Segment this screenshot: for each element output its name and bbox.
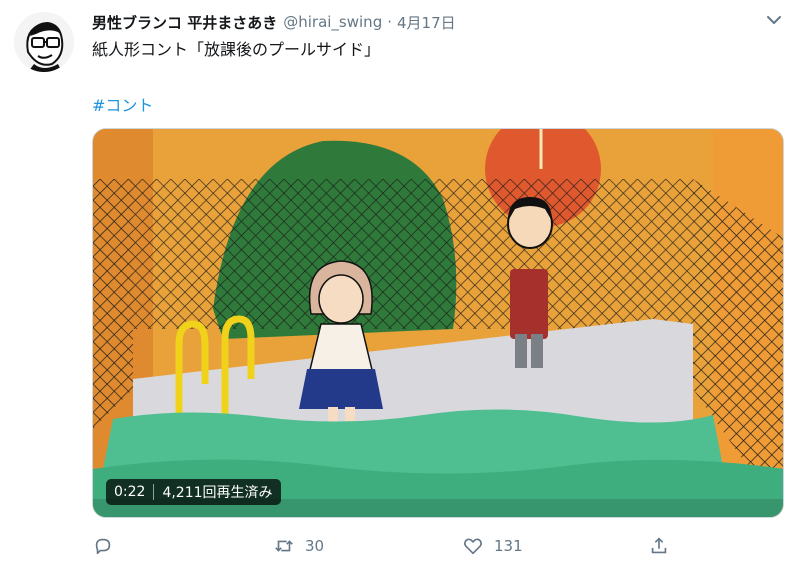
- badge-divider: [153, 484, 155, 500]
- share-button[interactable]: [648, 533, 670, 559]
- video-player[interactable]: [92, 128, 784, 518]
- share-icon: [651, 537, 667, 554]
- avatar[interactable]: [14, 12, 74, 72]
- reply-icon: [95, 538, 111, 555]
- retweet-button[interactable]: 30: [273, 533, 324, 559]
- tweet-header: 男性ブランコ 平井まさあき @hirai_swing · 4月17日: [92, 10, 780, 34]
- hashtag-link[interactable]: #コント: [92, 92, 153, 116]
- video-info-badge: 0:22 4,211回再生済み: [106, 479, 281, 505]
- avatar-illustration: [14, 12, 74, 72]
- tweet-date[interactable]: 4月17日: [397, 12, 456, 33]
- like-count: 131: [494, 537, 523, 555]
- heart-icon: [464, 538, 482, 555]
- like-button[interactable]: 131: [462, 533, 523, 559]
- tweet-text: 紙人形コント「放課後のプールサイド」: [92, 40, 381, 59]
- video-frame: [93, 129, 783, 517]
- author-name[interactable]: 男性ブランコ 平井まさあき: [92, 12, 277, 33]
- chevron-down-icon: [767, 16, 781, 24]
- video-duration: 0:22: [114, 484, 146, 500]
- reply-button[interactable]: [92, 533, 114, 559]
- tweet-actions: 30 131: [92, 533, 784, 559]
- retweet-icon: [275, 540, 293, 552]
- author-handle[interactable]: @hirai_swing: [283, 13, 382, 31]
- retweet-count: 30: [305, 537, 325, 555]
- video-view-count: 4,211回再生済み: [162, 485, 273, 501]
- more-options-button[interactable]: [764, 10, 784, 30]
- header-separator: ·: [387, 13, 392, 31]
